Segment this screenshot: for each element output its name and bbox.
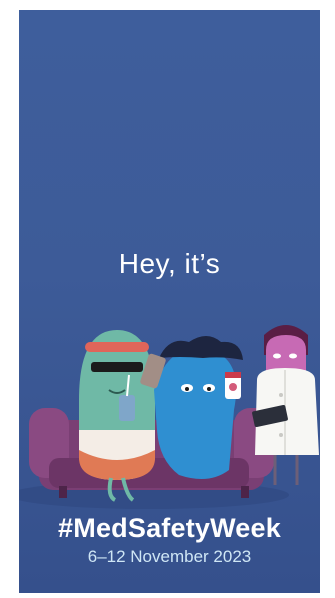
headline-text: Hey, it’s bbox=[118, 248, 221, 279]
med-safety-poster: Hey, it’s #MedSafetyWeek 6–12 November 2… bbox=[19, 10, 320, 593]
hashtag-title: #MedSafetyWeek bbox=[58, 513, 281, 543]
illustration bbox=[19, 325, 319, 509]
event-dates: 6–12 November 2023 bbox=[87, 547, 252, 566]
green-pill-character bbox=[79, 330, 155, 502]
